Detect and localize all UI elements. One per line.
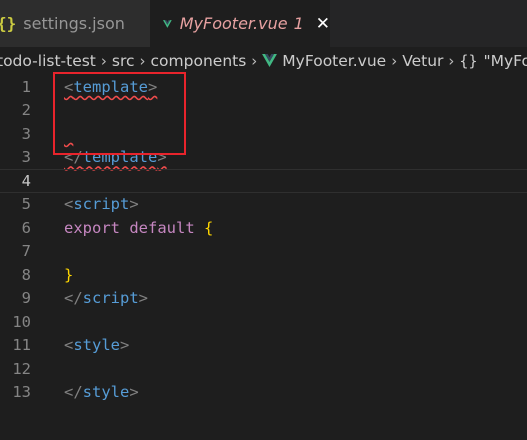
code-line[interactable]: 13 </style> <box>0 381 527 405</box>
line-number: 13 <box>12 383 31 402</box>
brace: } <box>64 265 74 284</box>
keyword: default <box>129 218 195 237</box>
tag-name: script <box>82 289 139 308</box>
tag-bracket: < <box>64 77 74 96</box>
close-icon[interactable]: ✕ <box>316 14 330 34</box>
line-number: 10 <box>12 312 31 331</box>
tag-bracket: < <box>64 336 74 355</box>
tab-myfooter-vue[interactable]: MyFooter.vue 1 ✕ <box>150 0 330 47</box>
chevron-right-icon: › <box>100 51 107 70</box>
code-line[interactable]: 11 <style> <box>0 334 527 358</box>
code-line-current[interactable]: 4 <box>0 169 527 193</box>
tab-label: MyFooter.vue <box>179 14 288 33</box>
line-number: 1 <box>21 77 31 96</box>
keyword: export <box>64 218 120 237</box>
error-squiggle <box>64 125 73 143</box>
code-line[interactable]: 5 <script> <box>0 193 527 217</box>
code-text: </template> <box>64 148 167 166</box>
tab-bar: {} settings.json MyFooter.vue 1 ✕ <box>0 0 527 47</box>
code-text: } <box>64 266 73 284</box>
chevron-right-icon: › <box>139 51 146 70</box>
json-braces-icon: {} <box>0 14 17 33</box>
tag-name: style <box>73 336 121 355</box>
breadcrumb-item-folder[interactable]: todo-list-test <box>0 52 96 70</box>
code-text: export default { <box>64 219 213 237</box>
tag-bracket: </ <box>64 289 83 308</box>
code-text: </style> <box>64 383 139 401</box>
tag-bracket: > <box>129 383 139 402</box>
breadcrumb-file-label: MyFooter.vue <box>282 51 387 70</box>
code-line[interactable]: 9 </script> <box>0 287 527 311</box>
tab-settings-json[interactable]: {} settings.json <box>0 0 150 47</box>
code-line[interactable]: 3 <box>0 122 527 146</box>
vue-icon <box>163 19 172 28</box>
tag-bracket: > <box>148 77 158 96</box>
code-line[interactable]: 2 <box>0 99 527 123</box>
code-text: <template> <box>64 78 157 96</box>
line-number: 6 <box>21 218 31 237</box>
code-text: </script> <box>64 289 148 307</box>
chevron-right-icon: › <box>448 51 455 70</box>
code-line[interactable]: 3 </template> <box>0 146 527 170</box>
code-line[interactable]: 7 <box>0 240 527 264</box>
code-text: <style> <box>64 336 129 354</box>
tag-name: script <box>73 195 130 214</box>
tab-label: settings.json <box>23 14 125 33</box>
code-line[interactable]: 10 <box>0 310 527 334</box>
breadcrumb-item-file[interactable]: MyFooter.vue <box>262 52 386 70</box>
tag-bracket: </ <box>64 148 83 167</box>
code-line[interactable]: 12 <box>0 357 527 381</box>
vue-icon <box>262 54 278 67</box>
tag-bracket: > <box>157 148 167 167</box>
breadcrumb-item-symbol[interactable]: {} "MyFooter.vue" <box>459 52 527 70</box>
tag-name: style <box>82 383 130 402</box>
breadcrumb-item-vetur[interactable]: Vetur <box>402 52 443 70</box>
line-number: 9 <box>21 289 31 308</box>
line-number: 3 <box>21 148 31 167</box>
tag-bracket: > <box>129 195 139 214</box>
code-line[interactable]: 8 } <box>0 263 527 287</box>
code-text <box>64 125 73 143</box>
line-number: 8 <box>21 265 31 284</box>
tag-bracket: < <box>64 195 74 214</box>
chevron-right-icon: › <box>391 51 398 70</box>
breadcrumb-item-components[interactable]: components <box>151 52 247 70</box>
code-text: <script> <box>64 195 139 213</box>
line-number: 5 <box>21 195 31 214</box>
code-line[interactable]: 1 <template> <box>0 75 527 99</box>
line-number: 4 <box>21 171 31 190</box>
line-number: 3 <box>21 124 31 143</box>
breadcrumb-item-src[interactable]: src <box>112 52 135 70</box>
breadcrumb: todo-list-test › src › components › MyFo… <box>0 47 527 74</box>
brace: { <box>204 218 214 237</box>
tag-bracket: > <box>120 336 130 355</box>
tag-name: template <box>73 77 148 96</box>
tag-name: template <box>82 148 158 167</box>
line-number: 7 <box>21 242 31 261</box>
chevron-right-icon: › <box>251 51 258 70</box>
tag-bracket: </ <box>64 383 83 402</box>
code-editor[interactable]: 1 <template> 2 3 3 </template> 4 5 <scri… <box>0 74 527 440</box>
breadcrumb-symbol-label: "MyFooter.vue" <box>483 51 527 70</box>
line-number: 12 <box>12 359 31 378</box>
code-line[interactable]: 6 export default { <box>0 216 527 240</box>
line-number: 11 <box>12 336 31 355</box>
line-number: 2 <box>21 101 31 120</box>
problem-count-badge: 1 <box>293 14 304 33</box>
tag-bracket: > <box>138 289 149 308</box>
symbol-braces-icon: {} <box>459 51 478 70</box>
